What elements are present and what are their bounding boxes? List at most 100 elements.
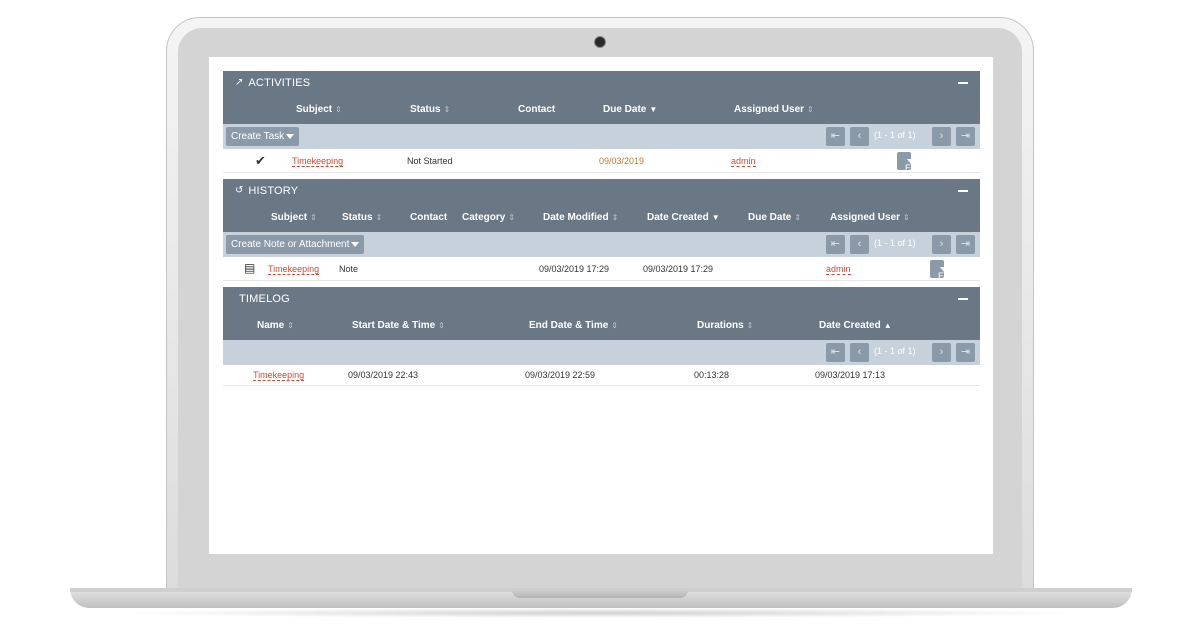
next-page-icon[interactable]: ›	[932, 343, 951, 362]
pagination: ⇤ ‹ (1 - 1 of 1) › ⇥	[826, 343, 976, 362]
activities-column-headers: Subject ⇕ Status ⇕ Contact Due Date ▼ Assig…	[223, 94, 980, 124]
column-subject[interactable]: Subject ⇕	[271, 212, 317, 223]
camera-icon	[594, 36, 606, 48]
column-end[interactable]: End Date & Time ⇕	[529, 320, 618, 331]
sort-icon: ▼	[649, 105, 658, 114]
sort-icon: ⇕	[611, 213, 619, 222]
column-date-created[interactable]: Date Created ▼	[647, 212, 720, 223]
first-page-icon[interactable]: ⇤	[826, 127, 845, 146]
date-modified-value: 09/03/2019 17:29	[539, 264, 610, 274]
pager-info: (1 - 1 of 1)	[874, 130, 916, 140]
first-page-icon[interactable]: ⇤	[826, 343, 845, 362]
chevron-down-icon	[907, 159, 915, 164]
screen: ↗ ACTIVITIES Subject ⇕ Status ⇕ Contact Du…	[209, 57, 993, 554]
activities-header[interactable]: ↗ ACTIVITIES	[223, 71, 980, 94]
prev-page-icon[interactable]: ‹	[850, 343, 869, 362]
subject-link[interactable]: Timekeeping	[292, 156, 344, 167]
collapse-icon[interactable]	[958, 298, 968, 300]
sort-icon: ⇕	[375, 213, 383, 222]
column-due-date[interactable]: Due Date ▼	[603, 104, 657, 115]
subject-link[interactable]: Timekeeping	[268, 264, 320, 275]
last-page-icon[interactable]: ⇥	[956, 127, 975, 146]
next-page-icon[interactable]: ›	[932, 235, 951, 254]
column-name[interactable]: Name ⇕	[257, 320, 294, 331]
chevron-down-icon	[940, 267, 948, 272]
sort-icon: ⇕	[508, 213, 516, 222]
assigned-user-link[interactable]: admin	[731, 156, 756, 167]
end-value: 09/03/2019 22:59	[525, 370, 596, 380]
table-row: ✔ Timekeeping Not Started 09/03/2019 adm…	[223, 149, 980, 173]
column-assigned-user[interactable]: Assigned User ⇕	[830, 212, 910, 223]
chevron-down-icon	[286, 133, 295, 139]
sort-icon: ▲	[883, 321, 892, 330]
column-date-modified[interactable]: Date Modified ⇕	[543, 212, 618, 223]
activity-chart-icon: ↗	[235, 77, 244, 88]
sort-icon: ⇕	[903, 213, 910, 222]
sort-icon: ⇕	[438, 321, 445, 330]
task-check-icon: ✔	[255, 153, 266, 168]
next-page-icon[interactable]: ›	[932, 127, 951, 146]
create-note-button[interactable]: Create Note or Attachment	[226, 235, 365, 254]
name-link[interactable]: Timekeeping	[253, 370, 305, 381]
column-date-created[interactable]: Date Created ▲	[819, 320, 892, 331]
date-created-value: 09/03/2019 17:13	[815, 370, 886, 380]
chevron-down-icon	[351, 241, 360, 247]
history-panel: ↺ HISTORY Subject ⇕ Status ⇕ Contact Categ…	[223, 179, 980, 281]
activities-title: ACTIVITIES	[248, 76, 311, 89]
last-page-icon[interactable]: ⇥	[956, 235, 975, 254]
history-toolbar: Create Note or Attachment ⇤ ‹ (1 - 1 of …	[223, 232, 980, 257]
sort-icon: ⇕	[443, 105, 451, 114]
collapse-icon[interactable]	[958, 190, 968, 192]
column-durations[interactable]: Durations ⇕	[697, 320, 753, 331]
calendar-note-icon: ▤	[244, 261, 256, 275]
activities-toolbar: Create Task ⇤ ‹ (1 - 1 of 1) › ⇥	[223, 124, 980, 149]
column-assigned-user[interactable]: Assigned User ⇕	[734, 104, 814, 115]
table-row: Timekeeping 09/03/2019 22:43 09/03/2019 …	[223, 365, 980, 386]
column-subject[interactable]: Subject ⇕	[296, 104, 342, 115]
pagination: ⇤ ‹ (1 - 1 of 1) › ⇥	[826, 127, 976, 146]
timelog-toolbar: ⇤ ‹ (1 - 1 of 1) › ⇥	[223, 340, 980, 365]
date-created-value: 09/03/2019 17:29	[643, 264, 714, 274]
duration-value: 00:13:28	[694, 370, 730, 380]
status-value: Note	[339, 264, 359, 274]
column-contact[interactable]: Contact	[518, 104, 555, 115]
timelog-header[interactable]: TIMELOG	[223, 287, 980, 310]
sort-icon: ▼	[711, 213, 720, 222]
edit-button[interactable]: Edit	[930, 260, 954, 281]
history-clock-icon: ↺	[235, 185, 244, 196]
pager-info: (1 - 1 of 1)	[874, 238, 916, 248]
activities-panel: ↗ ACTIVITIES Subject ⇕ Status ⇕ Contact Du…	[223, 71, 980, 173]
pager-info: (1 - 1 of 1)	[874, 346, 916, 356]
column-due-date[interactable]: Due Date ⇕	[748, 212, 801, 223]
assigned-user-link[interactable]: admin	[826, 264, 851, 275]
collapse-icon[interactable]	[958, 82, 968, 84]
create-task-button[interactable]: Create Task	[226, 127, 300, 146]
laptop-shadow	[110, 608, 1090, 618]
timelog-column-headers: Name ⇕ Start Date & Time ⇕ End Date & Time…	[223, 310, 980, 340]
first-page-icon[interactable]: ⇤	[826, 235, 845, 254]
prev-page-icon[interactable]: ‹	[850, 235, 869, 254]
table-row: ▤ Timekeeping Note 09/03/2019 17:29 09/0…	[223, 257, 980, 281]
due-date-value: 09/03/2019	[599, 156, 645, 166]
edit-button[interactable]: Edit	[897, 152, 921, 173]
column-start[interactable]: Start Date & Time ⇕	[352, 320, 445, 331]
sort-icon: ⇕	[310, 213, 317, 222]
history-title: HISTORY	[248, 184, 299, 197]
laptop-notch	[512, 590, 688, 598]
column-status[interactable]: Status ⇕	[342, 212, 382, 223]
start-value: 09/03/2019 22:43	[348, 370, 419, 380]
history-column-headers: Subject ⇕ Status ⇕ Contact Category ⇕ Date …	[223, 202, 980, 232]
sort-icon: ⇕	[335, 105, 342, 114]
sort-icon: ⇕	[611, 321, 618, 330]
column-contact[interactable]: Contact	[410, 212, 447, 223]
pagination: ⇤ ‹ (1 - 1 of 1) › ⇥	[826, 235, 976, 254]
prev-page-icon[interactable]: ‹	[850, 127, 869, 146]
sort-icon: ⇕	[746, 321, 754, 330]
sort-icon: ⇕	[287, 321, 294, 330]
column-category[interactable]: Category ⇕	[462, 212, 515, 223]
column-status[interactable]: Status ⇕	[410, 104, 450, 115]
history-header[interactable]: ↺ HISTORY	[223, 179, 980, 202]
sort-icon: ⇕	[807, 105, 814, 114]
last-page-icon[interactable]: ⇥	[956, 343, 975, 362]
timelog-panel: TIMELOG Name ⇕ Start Date & Time ⇕ End Dat…	[223, 287, 980, 386]
